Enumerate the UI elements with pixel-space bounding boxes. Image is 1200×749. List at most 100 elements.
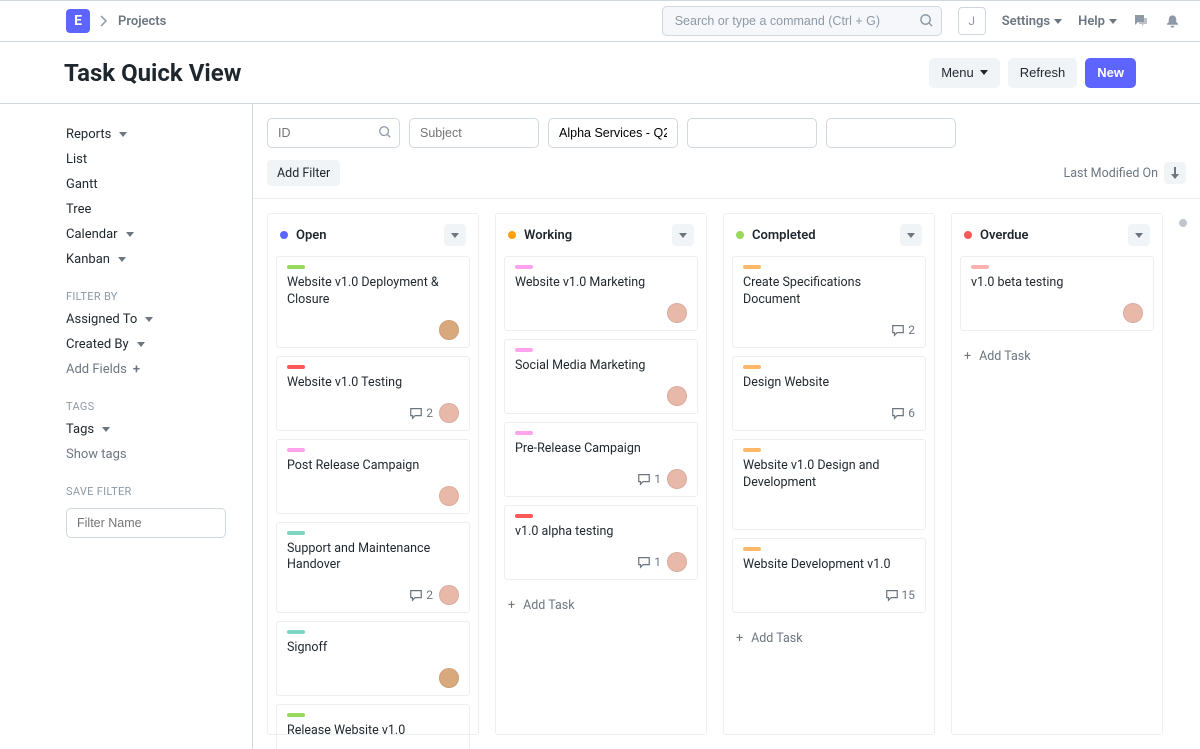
sidebar-view-kanban[interactable]: Kanban — [66, 247, 242, 272]
status-dot — [736, 231, 744, 239]
search-icon — [378, 125, 392, 139]
add-task-button[interactable]: +Add Task — [732, 625, 926, 652]
priority-stripe — [971, 265, 989, 269]
task-card[interactable]: Website Development v1.015 — [732, 538, 926, 613]
task-card[interactable]: v1.0 alpha testing1 — [504, 505, 698, 580]
column-title: Completed — [752, 228, 892, 243]
task-card[interactable]: Signoff — [276, 621, 470, 696]
kanban-board: Open Website v1.0 Deployment & Closure Web… — [253, 199, 1200, 749]
chat-icon[interactable] — [1133, 13, 1149, 29]
filter-project-input[interactable] — [548, 118, 678, 148]
task-card[interactable]: v1.0 beta testing — [960, 256, 1154, 331]
task-title: Release Website v1.0 — [287, 723, 459, 740]
task-title: Create Specifications Document — [743, 275, 915, 309]
task-title: Signoff — [287, 640, 459, 657]
task-card[interactable]: Release Website v1.0 — [276, 704, 470, 749]
priority-stripe — [515, 514, 533, 518]
filter-extra2-input[interactable] — [826, 118, 956, 148]
assignee-avatar — [667, 386, 687, 406]
sidebar-filter-created-by[interactable]: Created By — [66, 332, 242, 357]
sidebar-tags[interactable]: Tags — [66, 417, 242, 442]
sidebar-view-reports[interactable]: Reports — [66, 122, 242, 147]
caret-down-icon — [137, 342, 145, 347]
breadcrumb-projects[interactable]: Projects — [118, 14, 166, 29]
task-card[interactable]: Website v1.0 Testing2 — [276, 356, 470, 431]
caret-down-icon — [145, 317, 153, 322]
sidebar-filter-add-fields[interactable]: Add Fields + — [66, 357, 242, 382]
global-search[interactable] — [662, 6, 942, 36]
priority-stripe — [743, 547, 761, 551]
assignee-avatar — [667, 303, 687, 323]
column-menu-button[interactable] — [672, 224, 694, 246]
menu-button[interactable]: Menu — [929, 58, 1000, 88]
chevron-right-icon — [100, 15, 108, 27]
status-dot — [964, 231, 972, 239]
help-menu[interactable]: Help — [1078, 14, 1117, 29]
task-title: Social Media Marketing — [515, 358, 687, 375]
settings-menu[interactable]: Settings — [1002, 14, 1062, 29]
caret-down-icon — [1109, 19, 1117, 24]
task-title: Website Development v1.0 — [743, 557, 915, 574]
plus-icon: + — [508, 598, 515, 613]
task-card[interactable]: Support and Maintenance Handover2 — [276, 522, 470, 614]
comment-count: 2 — [891, 323, 915, 337]
task-card[interactable]: Website v1.0 Design and Development — [732, 439, 926, 531]
new-button[interactable]: New — [1085, 58, 1136, 88]
priority-stripe — [743, 448, 761, 452]
priority-stripe — [515, 348, 533, 352]
assignee-avatar — [439, 585, 459, 605]
task-card[interactable]: Website v1.0 Marketing — [504, 256, 698, 331]
task-card[interactable]: Create Specifications Document 2 — [732, 256, 926, 348]
task-card[interactable]: Design Website6 — [732, 356, 926, 431]
task-title: Website v1.0 Testing — [287, 375, 459, 392]
caret-down-icon — [126, 232, 134, 237]
priority-stripe — [743, 365, 761, 369]
sidebar-show-tags[interactable]: Show tags — [66, 442, 242, 467]
column-title: Open — [296, 228, 436, 243]
filter-extra1-input[interactable] — [687, 118, 817, 148]
task-title: Website v1.0 Marketing — [515, 275, 687, 292]
filter-by-label: FILTER BY — [66, 290, 242, 303]
sidebar-view-calendar[interactable]: Calendar — [66, 222, 242, 247]
user-avatar[interactable]: J — [958, 7, 986, 35]
sidebar-view-list[interactable]: List — [66, 147, 242, 172]
main-area: Add Filter Last Modified On Open Website … — [252, 104, 1200, 749]
task-card[interactable]: Post Release Campaign — [276, 439, 470, 514]
task-title: Website v1.0 Design and Development — [743, 458, 915, 492]
sidebar-filter-assigned-to[interactable]: Assigned To — [66, 307, 242, 332]
sort-direction-button[interactable] — [1164, 162, 1186, 184]
add-filter-button[interactable]: Add Filter — [267, 160, 340, 186]
column-menu-button[interactable] — [900, 224, 922, 246]
column-title: Overdue — [980, 228, 1120, 243]
caret-down-icon — [1054, 19, 1062, 24]
plus-icon: + — [964, 349, 971, 364]
refresh-button[interactable]: Refresh — [1008, 58, 1078, 88]
kanban-column-working: WorkingWebsite v1.0 MarketingSocial Medi… — [495, 213, 707, 735]
sidebar-view-gantt[interactable]: Gantt — [66, 172, 242, 197]
collapsed-column[interactable] — [1179, 213, 1193, 735]
navbar: E Projects J Settings Help — [0, 0, 1200, 42]
priority-stripe — [287, 531, 305, 535]
task-card[interactable]: Website v1.0 Deployment & Closure — [276, 256, 470, 348]
status-dot — [508, 231, 516, 239]
task-card[interactable]: Social Media Marketing — [504, 339, 698, 414]
task-title: v1.0 beta testing — [971, 275, 1143, 292]
page-title: Task Quick View — [64, 59, 241, 87]
column-menu-button[interactable] — [444, 224, 466, 246]
task-card[interactable]: Pre-Release Campaign1 — [504, 422, 698, 497]
app-logo[interactable]: E — [66, 9, 90, 33]
sort-label[interactable]: Last Modified On — [1063, 166, 1158, 181]
tags-label: TAGS — [66, 400, 242, 413]
column-menu-button[interactable] — [1128, 224, 1150, 246]
filter-subject-input[interactable] — [409, 118, 539, 148]
task-title: Post Release Campaign — [287, 458, 459, 475]
filter-name-input[interactable] — [66, 508, 226, 538]
filter-row — [253, 104, 1200, 158]
bell-icon[interactable] — [1165, 13, 1180, 29]
add-task-button[interactable]: +Add Task — [960, 343, 1154, 370]
assignee-avatar — [439, 320, 459, 340]
add-task-button[interactable]: +Add Task — [504, 592, 698, 619]
sidebar-view-tree[interactable]: Tree — [66, 197, 242, 222]
priority-stripe — [287, 365, 305, 369]
global-search-input[interactable] — [662, 6, 942, 36]
